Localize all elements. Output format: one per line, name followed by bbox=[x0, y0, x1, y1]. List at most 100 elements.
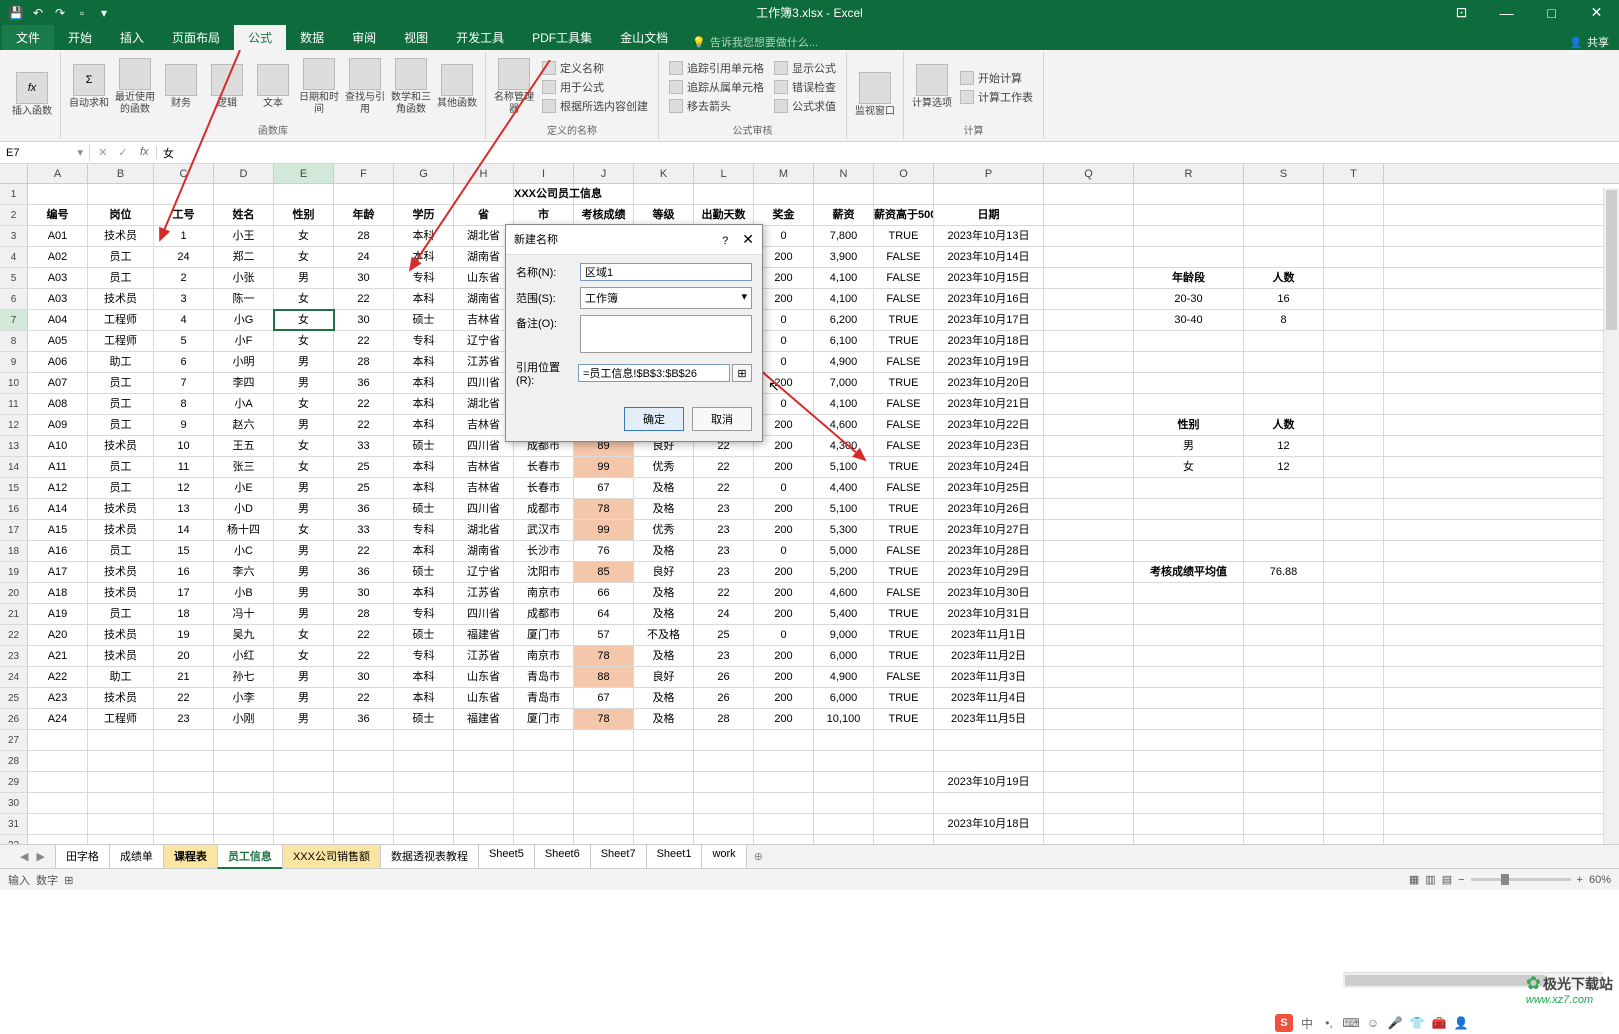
row-header[interactable]: 1 bbox=[0, 184, 28, 204]
cell[interactable]: TRUE bbox=[874, 709, 934, 729]
cell[interactable]: 28 bbox=[334, 604, 394, 624]
cell[interactable] bbox=[1044, 520, 1134, 540]
datetime-button[interactable]: 日期和时间 bbox=[297, 56, 341, 118]
cell[interactable]: FALSE bbox=[874, 289, 934, 309]
cell[interactable]: 助工 bbox=[88, 352, 154, 372]
cell[interactable] bbox=[1244, 730, 1324, 750]
cell[interactable]: 28 bbox=[334, 226, 394, 246]
cell[interactable]: A23 bbox=[28, 688, 88, 708]
cell[interactable] bbox=[1134, 751, 1244, 771]
error-check-button[interactable]: 错误检查 bbox=[770, 78, 840, 96]
select-all-corner[interactable] bbox=[0, 164, 28, 183]
cell[interactable] bbox=[1324, 205, 1384, 225]
cell[interactable]: 36 bbox=[334, 373, 394, 393]
cell[interactable]: 技术员 bbox=[88, 646, 154, 666]
cell[interactable]: 0 bbox=[754, 541, 814, 561]
cell[interactable]: 23 bbox=[694, 562, 754, 582]
cell[interactable]: 0 bbox=[754, 352, 814, 372]
watch-window-button[interactable]: 监视窗口 bbox=[853, 70, 897, 120]
sogou-ime-icon[interactable]: S bbox=[1275, 1014, 1293, 1032]
cell[interactable]: 30 bbox=[334, 268, 394, 288]
cell[interactable] bbox=[334, 772, 394, 792]
column-header[interactable]: I bbox=[514, 164, 574, 183]
sheet-tab[interactable]: Sheet7 bbox=[590, 844, 647, 869]
cell[interactable]: 优秀 bbox=[634, 457, 694, 477]
cell[interactable]: A12 bbox=[28, 478, 88, 498]
cell[interactable] bbox=[88, 793, 154, 813]
cell[interactable]: 四川省 bbox=[454, 499, 514, 519]
cell[interactable]: 专科 bbox=[394, 520, 454, 540]
row-header[interactable]: 29 bbox=[0, 772, 28, 792]
cell[interactable] bbox=[574, 184, 634, 204]
cell[interactable] bbox=[274, 184, 334, 204]
cell[interactable] bbox=[1044, 226, 1134, 246]
cell[interactable]: 本科 bbox=[394, 541, 454, 561]
cell[interactable]: 男 bbox=[274, 541, 334, 561]
cell[interactable]: 22 bbox=[334, 415, 394, 435]
cancel-formula-icon[interactable]: ✕ bbox=[94, 146, 112, 159]
cell[interactable] bbox=[1324, 772, 1384, 792]
cell[interactable]: FALSE bbox=[874, 583, 934, 603]
define-name-button[interactable]: 定义名称 bbox=[538, 59, 652, 77]
cell[interactable] bbox=[1134, 499, 1244, 519]
cell[interactable]: 7 bbox=[154, 373, 214, 393]
cell[interactable]: 2023年11月1日 bbox=[934, 625, 1044, 645]
cell[interactable]: 17 bbox=[154, 583, 214, 603]
cell[interactable]: 优秀 bbox=[634, 520, 694, 540]
cell[interactable]: 2023年10月16日 bbox=[934, 289, 1044, 309]
cell[interactable] bbox=[754, 751, 814, 771]
cell[interactable]: 及格 bbox=[634, 583, 694, 603]
cell[interactable] bbox=[214, 772, 274, 792]
help-icon[interactable]: ? bbox=[722, 235, 728, 247]
cell[interactable]: 78 bbox=[574, 646, 634, 666]
cell[interactable]: 26 bbox=[694, 667, 754, 687]
sheet-nav[interactable]: ◀▶ bbox=[20, 850, 55, 863]
cell[interactable]: 专科 bbox=[394, 268, 454, 288]
cell[interactable]: 小D bbox=[214, 499, 274, 519]
cell[interactable] bbox=[1134, 541, 1244, 561]
tab-home[interactable]: 开始 bbox=[54, 25, 106, 50]
cell[interactable] bbox=[394, 184, 454, 204]
logical-button[interactable]: 逻辑 bbox=[205, 62, 249, 112]
range-picker-icon[interactable]: ⊞ bbox=[732, 364, 752, 382]
cell[interactable] bbox=[1324, 688, 1384, 708]
cell[interactable]: 江苏省 bbox=[454, 583, 514, 603]
cell[interactable]: 员工 bbox=[88, 268, 154, 288]
cell[interactable]: 本科 bbox=[394, 667, 454, 687]
cell[interactable]: 4,100 bbox=[814, 268, 874, 288]
cell[interactable] bbox=[1044, 688, 1134, 708]
cell[interactable] bbox=[634, 814, 694, 834]
keyboard-icon[interactable]: ⌨ bbox=[1343, 1015, 1359, 1031]
cell[interactable]: 工号 bbox=[154, 205, 214, 225]
cell[interactable] bbox=[334, 814, 394, 834]
cell[interactable] bbox=[1044, 478, 1134, 498]
cell[interactable] bbox=[214, 814, 274, 834]
cell[interactable]: 200 bbox=[754, 583, 814, 603]
cell[interactable]: 76.88 bbox=[1244, 562, 1324, 582]
zoom-in-icon[interactable]: + bbox=[1577, 874, 1583, 886]
column-header[interactable]: J bbox=[574, 164, 634, 183]
new-sheet-button[interactable]: ⊕ bbox=[746, 850, 771, 863]
zoom-out-icon[interactable]: − bbox=[1458, 874, 1464, 886]
cell[interactable] bbox=[1044, 814, 1134, 834]
cell[interactable] bbox=[1244, 604, 1324, 624]
cell[interactable]: 姓名 bbox=[214, 205, 274, 225]
cell[interactable]: 22 bbox=[694, 583, 754, 603]
cell[interactable]: 1 bbox=[154, 226, 214, 246]
cell[interactable]: 女 bbox=[274, 520, 334, 540]
cell[interactable] bbox=[1324, 268, 1384, 288]
column-header[interactable]: H bbox=[454, 164, 514, 183]
mic-icon[interactable]: 🎤 bbox=[1387, 1015, 1403, 1031]
cell[interactable] bbox=[1134, 352, 1244, 372]
cell[interactable]: 薪资 bbox=[814, 205, 874, 225]
cell[interactable]: 赵六 bbox=[214, 415, 274, 435]
cell[interactable]: 2023年10月17日 bbox=[934, 310, 1044, 330]
sheet-tab[interactable]: 数据透视表教程 bbox=[380, 844, 479, 869]
cell[interactable]: 男 bbox=[274, 415, 334, 435]
cell[interactable] bbox=[1324, 583, 1384, 603]
cell[interactable]: 郑二 bbox=[214, 247, 274, 267]
cell[interactable]: 薪资高于5000 bbox=[874, 205, 934, 225]
cell[interactable] bbox=[514, 793, 574, 813]
cell[interactable] bbox=[1244, 835, 1324, 844]
cell[interactable] bbox=[274, 772, 334, 792]
